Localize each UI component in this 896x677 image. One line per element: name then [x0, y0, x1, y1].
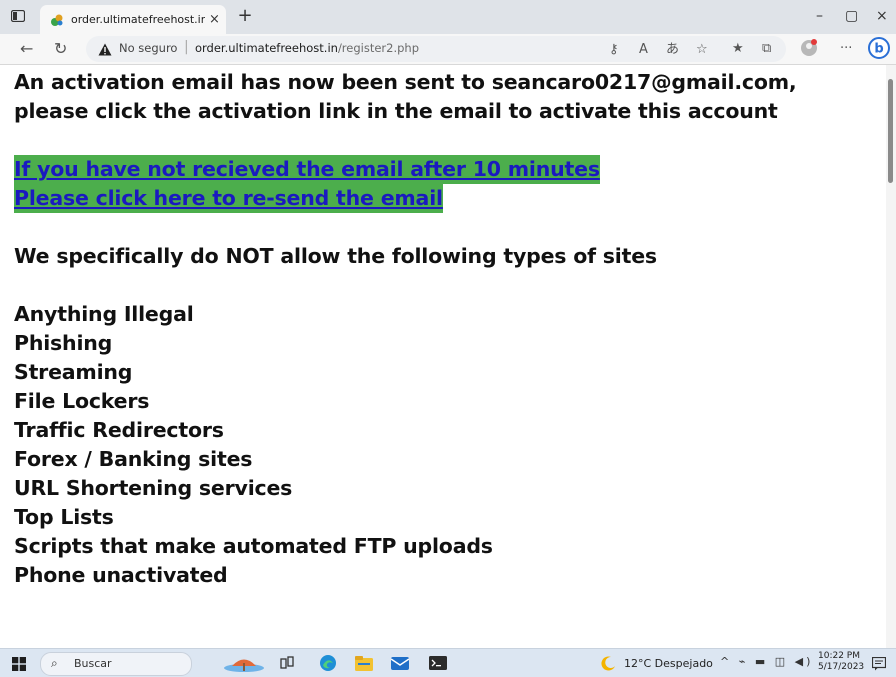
browser-tab[interactable]: order.ultimatefreehost.in/register2.php …	[40, 5, 226, 34]
more-menu-icon[interactable]: ···	[840, 41, 852, 57]
scrollbar-thumb[interactable]	[888, 79, 893, 183]
add-favorite-icon[interactable]: ☆	[696, 42, 708, 58]
address-bar-row: ← ↻ No seguro | order.ultimatefreehost.i…	[0, 34, 896, 65]
taskbar-search-box[interactable]: ⌕ Buscar	[40, 652, 192, 676]
taskbar-clock[interactable]: 10:22 PM 5/17/2023	[818, 651, 865, 673]
mail-icon[interactable]	[390, 653, 410, 673]
activation-message-line-1: An activation email has now been sent to…	[14, 70, 797, 94]
disallowed-sites-list: Anything Illegal Phishing Streaming File…	[14, 300, 879, 590]
windows-start-icon[interactable]	[12, 656, 26, 671]
maximize-button[interactable]: ▢	[845, 7, 858, 25]
file-explorer-icon[interactable]	[354, 653, 374, 673]
policy-heading: We specifically do NOT allow the followi…	[14, 244, 657, 268]
tab-close-icon[interactable]: ×	[209, 12, 220, 27]
list-item: Phishing	[14, 331, 113, 355]
weather-widget[interactable]: 12°C Despejado	[600, 655, 713, 671]
url-host: order.ultimatefreehost.in	[195, 41, 338, 55]
favorites-icon[interactable]: ★	[732, 41, 744, 57]
search-placeholder: Buscar	[74, 657, 112, 670]
page-content: An activation email has now been sent to…	[14, 68, 879, 648]
address-field[interactable]: No seguro | order.ultimatefreehost.in/re…	[86, 36, 786, 62]
list-item: Anything Illegal	[14, 302, 194, 326]
edge-browser-icon[interactable]	[318, 653, 338, 673]
back-icon[interactable]: ←	[20, 39, 33, 59]
security-status-label: No seguro	[119, 41, 178, 55]
resend-email-link[interactable]: Please click here to re-send the email	[14, 184, 443, 213]
key-icon[interactable]: ⚷	[609, 42, 619, 58]
url-text: order.ultimatefreehost.in/register2.php	[195, 41, 419, 55]
tab-actions-icon[interactable]	[10, 9, 26, 23]
notification-icon[interactable]	[871, 656, 887, 671]
close-window-button[interactable]: ×	[876, 7, 888, 25]
windows-taskbar: ⌕ Buscar 12°C Despejado ^ ⌁ ▬ ◫ ◀) 10:22…	[0, 648, 896, 677]
clock-time: 10:22 PM	[818, 651, 860, 661]
list-item: URL Shortening services	[14, 476, 293, 500]
profile-avatar-icon[interactable]	[800, 39, 818, 62]
vertical-scrollbar[interactable]	[886, 65, 896, 648]
read-aloud-icon[interactable]: A	[639, 42, 648, 58]
search-icon: ⌕	[51, 656, 58, 670]
list-item: File Lockers	[14, 389, 150, 413]
address-separator: |	[184, 39, 189, 55]
list-item: Scripts that make automated FTP uploads	[14, 534, 493, 558]
clock-date: 5/17/2023	[818, 662, 865, 672]
minimize-button[interactable]: –	[816, 7, 823, 25]
refresh-icon[interactable]: ↻	[54, 39, 67, 59]
moon-icon	[601, 656, 615, 671]
list-item: Streaming	[14, 360, 133, 384]
system-tray-icons[interactable]: ^ ⌁ ▬ ◫ ◀)	[720, 655, 813, 668]
site-favicon-icon	[50, 13, 64, 27]
resend-links: If you have not recieved the email after…	[14, 155, 879, 213]
collections-icon[interactable]: ⧉	[762, 41, 771, 57]
terminal-icon[interactable]	[428, 653, 448, 673]
warning-icon[interactable]	[98, 41, 112, 56]
search-highlight-icon[interactable]	[222, 653, 266, 673]
tab-bar: order.ultimatefreehost.in/register2.php …	[0, 0, 896, 34]
url-path: /register2.php	[337, 41, 420, 55]
list-item: Phone unactivated	[14, 563, 228, 587]
list-item: Top Lists	[14, 505, 114, 529]
tab-title: order.ultimatefreehost.in/register2.php	[71, 13, 205, 26]
weather-text: 12°C Despejado	[624, 656, 713, 670]
translate-icon[interactable]: あ	[666, 42, 679, 58]
list-item: Traffic Redirectors	[14, 418, 224, 442]
list-item: Forex / Banking sites	[14, 447, 253, 471]
new-tab-button[interactable]: +	[236, 6, 254, 26]
svg-text:b: b	[874, 42, 883, 57]
resend-info-link[interactable]: If you have not recieved the email after…	[14, 155, 600, 184]
activation-message-line-2: please click the activation link in the …	[14, 99, 778, 123]
bing-copilot-icon[interactable]: b	[868, 37, 890, 64]
task-view-icon[interactable]	[277, 653, 297, 673]
